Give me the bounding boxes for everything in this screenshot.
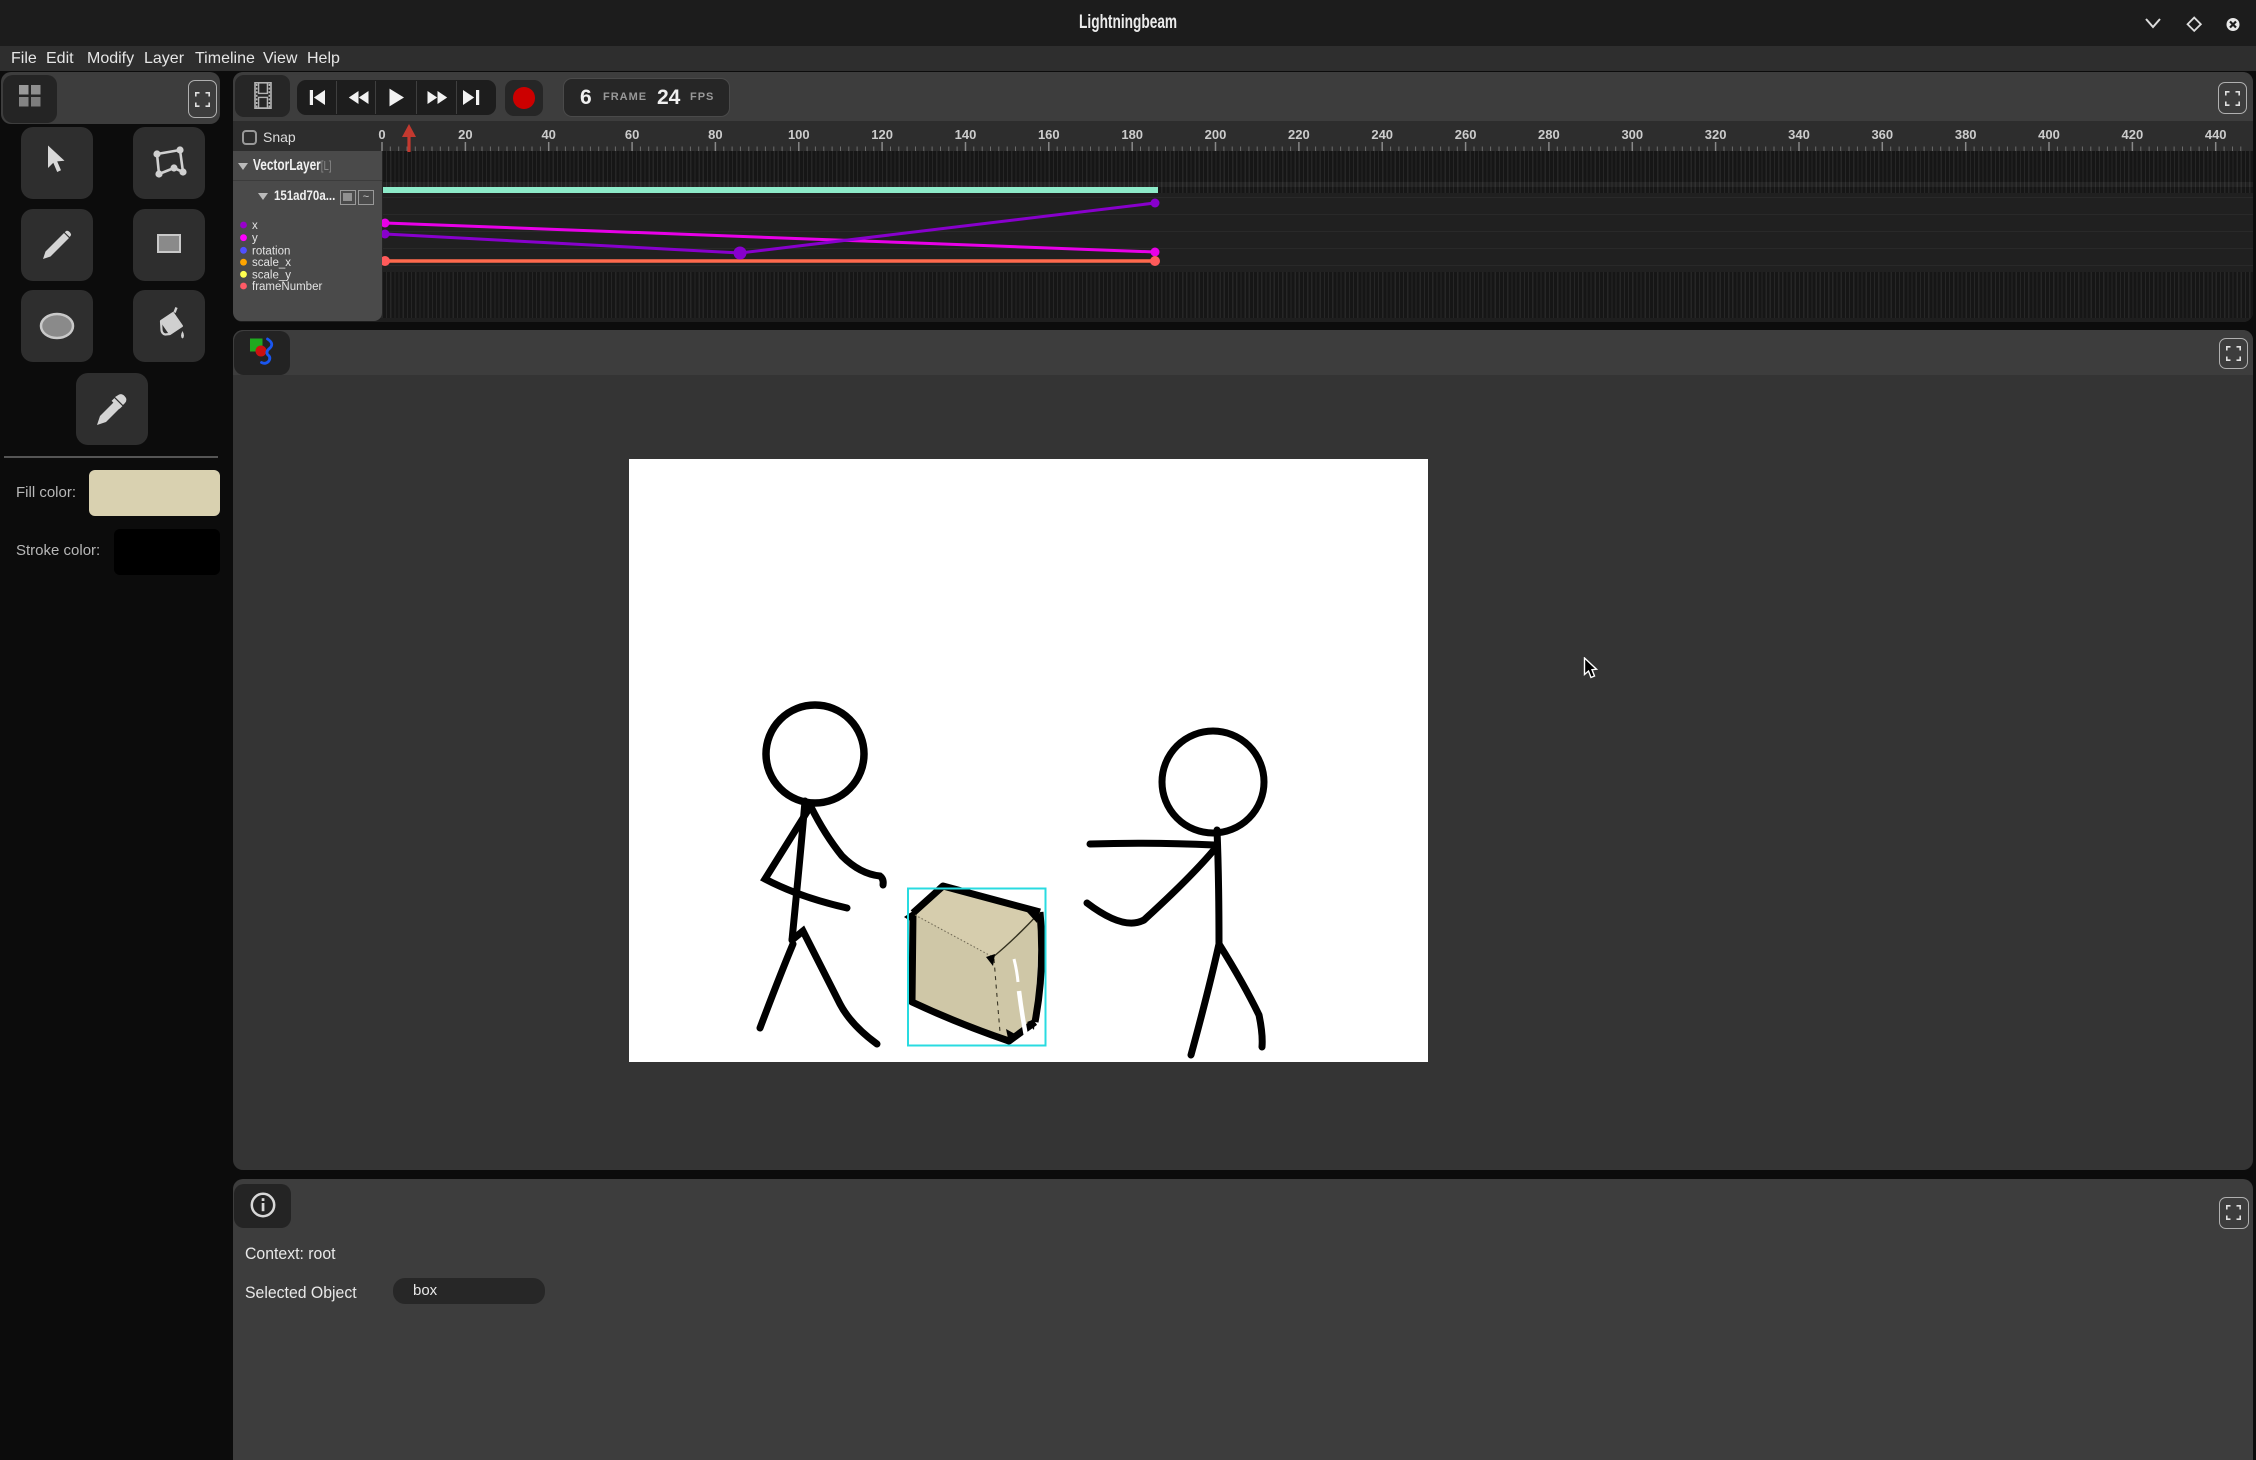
svg-text:scale_x: scale_x [252,257,291,269]
svg-text:x: x [252,220,258,232]
svg-text:scale_y: scale_y [252,269,291,281]
svg-text:frameNumber: frameNumber [252,281,322,293]
svg-text:rotation: rotation [252,245,290,257]
svg-text:y: y [252,233,258,245]
